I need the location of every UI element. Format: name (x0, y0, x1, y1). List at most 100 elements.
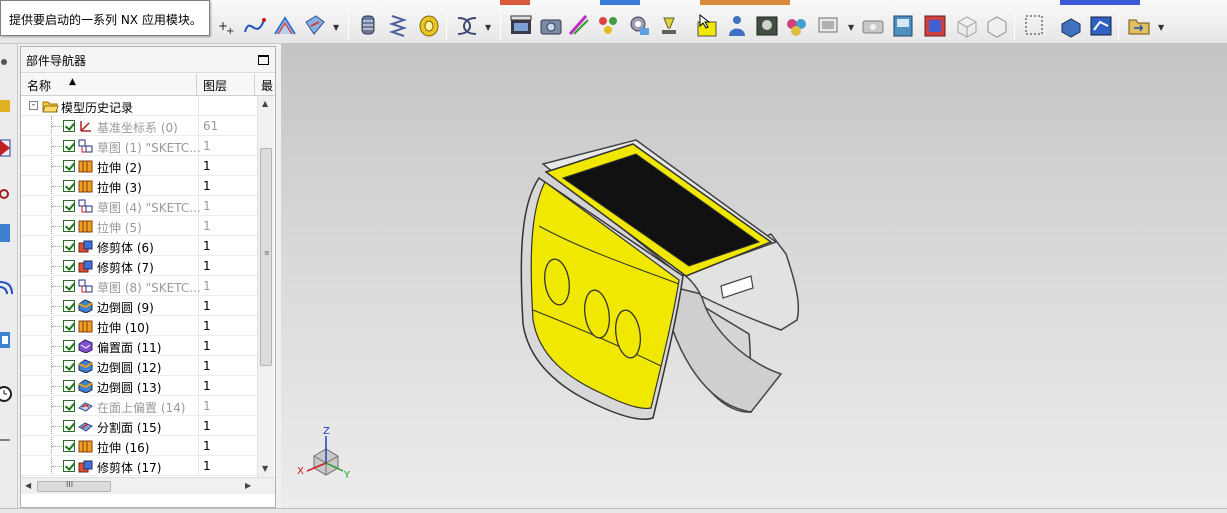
gear-icon[interactable] (626, 12, 652, 40)
settings-icon[interactable] (0, 52, 16, 74)
upper-toolbar-strip-4 (1060, 0, 1140, 5)
column-header-layer[interactable]: 图层 (197, 74, 255, 96)
visibility-checkbox[interactable] (63, 320, 75, 332)
tree-feature-row[interactable]: 修剪体 (7) 1 (21, 256, 257, 276)
material-icon[interactable] (784, 12, 810, 40)
point-icon[interactable]: + + (214, 12, 240, 40)
visibility-checkbox[interactable] (63, 460, 75, 472)
vertical-scroll-thumb[interactable]: ≡ (260, 148, 272, 366)
tree-feature-row[interactable]: 基准坐标系 (0) 61 (21, 116, 257, 136)
visibility-checkbox[interactable] (63, 260, 75, 272)
folder-move-icon[interactable] (1126, 12, 1152, 40)
tree-feature-row[interactable]: 边倒圆 (12) 1 (21, 356, 257, 376)
cube-outline-icon[interactable] (984, 12, 1010, 40)
visibility-checkbox[interactable] (63, 200, 75, 212)
visibility-checkbox[interactable] (63, 400, 75, 412)
camera-grey-icon[interactable] (860, 12, 886, 40)
column-header-name[interactable]: 名称 ▲ (21, 74, 197, 96)
visibility-checkbox[interactable] (63, 440, 75, 452)
history-icon[interactable] (0, 330, 16, 352)
scroll-up-icon[interactable]: ▲ (262, 99, 268, 108)
coin-icon[interactable] (416, 12, 442, 40)
sweep-icon[interactable] (302, 12, 328, 40)
visibility-checkbox[interactable] (63, 280, 75, 292)
photo-icon[interactable] (754, 12, 780, 40)
visibility-checkbox[interactable] (63, 360, 75, 372)
view-triad[interactable] (306, 436, 344, 476)
dropdown-arrow-icon[interactable]: ▼ (1158, 24, 1166, 32)
model-3d-view[interactable] (281, 44, 1227, 509)
tree-feature-row[interactable]: 草图 (8) "SKETC... 1 (21, 276, 257, 296)
visibility-checkbox[interactable] (63, 120, 75, 132)
clapper-icon[interactable] (508, 12, 534, 40)
visibility-checkbox[interactable] (63, 340, 75, 352)
spring-icon[interactable] (386, 12, 412, 40)
scroll-left-icon[interactable]: ◀ (25, 481, 31, 490)
camera-icon[interactable] (538, 12, 564, 40)
horizontal-scroll-thumb[interactable]: III (37, 480, 111, 492)
spline-icon[interactable] (242, 12, 268, 40)
maximize-icon[interactable] (258, 55, 269, 65)
visibility-checkbox[interactable] (63, 180, 75, 192)
extrude-icon (78, 159, 93, 173)
helix-icon[interactable] (454, 12, 480, 40)
tree-feature-row[interactable]: 拉伸 (2) 1 (21, 156, 257, 176)
web-browser-icon[interactable] (0, 276, 16, 298)
cube-blue-icon[interactable] (890, 12, 916, 40)
palette-icon[interactable] (566, 12, 592, 40)
cylinder-icon[interactable] (356, 12, 382, 40)
visibility-checkbox[interactable] (63, 380, 75, 392)
scroll-right-icon[interactable]: ▶ (245, 481, 251, 490)
scroll-down-icon[interactable]: ▼ (262, 464, 268, 473)
constraint-navigator-icon[interactable] (0, 136, 16, 158)
reuse-library-icon[interactable] (0, 222, 16, 244)
visibility-checkbox[interactable] (63, 140, 75, 152)
tree-feature-row[interactable]: 边倒圆 (13) 1 (21, 376, 257, 396)
spheres-icon[interactable] (596, 12, 622, 40)
tree-feature-row[interactable]: 偏置面 (11) 1 (21, 336, 257, 356)
tree-feature-row[interactable]: 在面上偏置 (14) 1 (21, 396, 257, 416)
box-blue-icon[interactable] (1058, 12, 1084, 40)
visibility-checkbox[interactable] (63, 240, 75, 252)
cursor-select-icon[interactable] (694, 12, 720, 40)
assembly-navigator-icon[interactable] (0, 96, 16, 118)
tree-feature-row[interactable]: 修剪体 (6) 1 (21, 236, 257, 256)
tree-feature-row[interactable]: 边倒圆 (9) 1 (21, 296, 257, 316)
frame-icon[interactable] (1022, 12, 1048, 40)
column-header-extra[interactable]: 最 (255, 74, 275, 96)
wireframe-icon[interactable] (954, 12, 980, 40)
tooltip-text: 提供要启动的一系列 NX 应用模块。 (9, 13, 202, 27)
offset-curve-icon[interactable] (272, 12, 298, 40)
tree-feature-row[interactable]: 拉伸 (16) 1 (21, 436, 257, 456)
dropdown-arrow-icon[interactable]: ▼ (485, 24, 493, 32)
tree-root-row[interactable]: - 模型历史记录 (21, 96, 257, 116)
tree-feature-row[interactable]: 拉伸 (5) 1 (21, 216, 257, 236)
collapse-icon[interactable]: - (29, 101, 38, 110)
tree-feature-row[interactable]: 修剪体 (17) 1 (21, 456, 257, 476)
horizontal-scrollbar[interactable]: ◀ III ▶ (21, 477, 275, 494)
clock-icon[interactable] (0, 384, 16, 406)
svg-text:+: + (226, 26, 234, 37)
monitor-icon[interactable] (816, 12, 842, 40)
lamp-icon[interactable] (656, 12, 682, 40)
colormap-icon[interactable] (922, 12, 948, 40)
part-navigator-icon[interactable] (0, 184, 16, 206)
tree-feature-row[interactable]: 分割面 (15) 1 (21, 416, 257, 436)
visibility-checkbox[interactable] (63, 160, 75, 172)
person-icon[interactable] (724, 12, 750, 40)
analysis-icon[interactable] (1088, 12, 1114, 40)
graphics-window[interactable]: Z X Y (281, 44, 1227, 509)
tree-feature-row[interactable]: 草图 (4) "SKETC... 1 (21, 196, 257, 216)
tree-feature-row[interactable]: 拉伸 (3) 1 (21, 176, 257, 196)
dropdown-arrow-icon[interactable]: ▼ (848, 24, 856, 32)
visibility-checkbox[interactable] (63, 300, 75, 312)
dropdown-arrow-icon[interactable]: ▼ (333, 24, 341, 32)
visibility-checkbox[interactable] (63, 420, 75, 432)
tree-feature-row[interactable]: 拉伸 (10) 1 (21, 316, 257, 336)
visibility-checkbox[interactable] (63, 220, 75, 232)
vertical-scrollbar[interactable]: ▲ ≡ ▼ (257, 96, 274, 477)
system-materials-icon[interactable] (0, 426, 16, 448)
tree-feature-row[interactable]: 草图 (1) "SKETC... 1 (21, 136, 257, 156)
extrude-icon (78, 319, 93, 333)
feature-name: 拉伸 (3) (97, 181, 142, 195)
